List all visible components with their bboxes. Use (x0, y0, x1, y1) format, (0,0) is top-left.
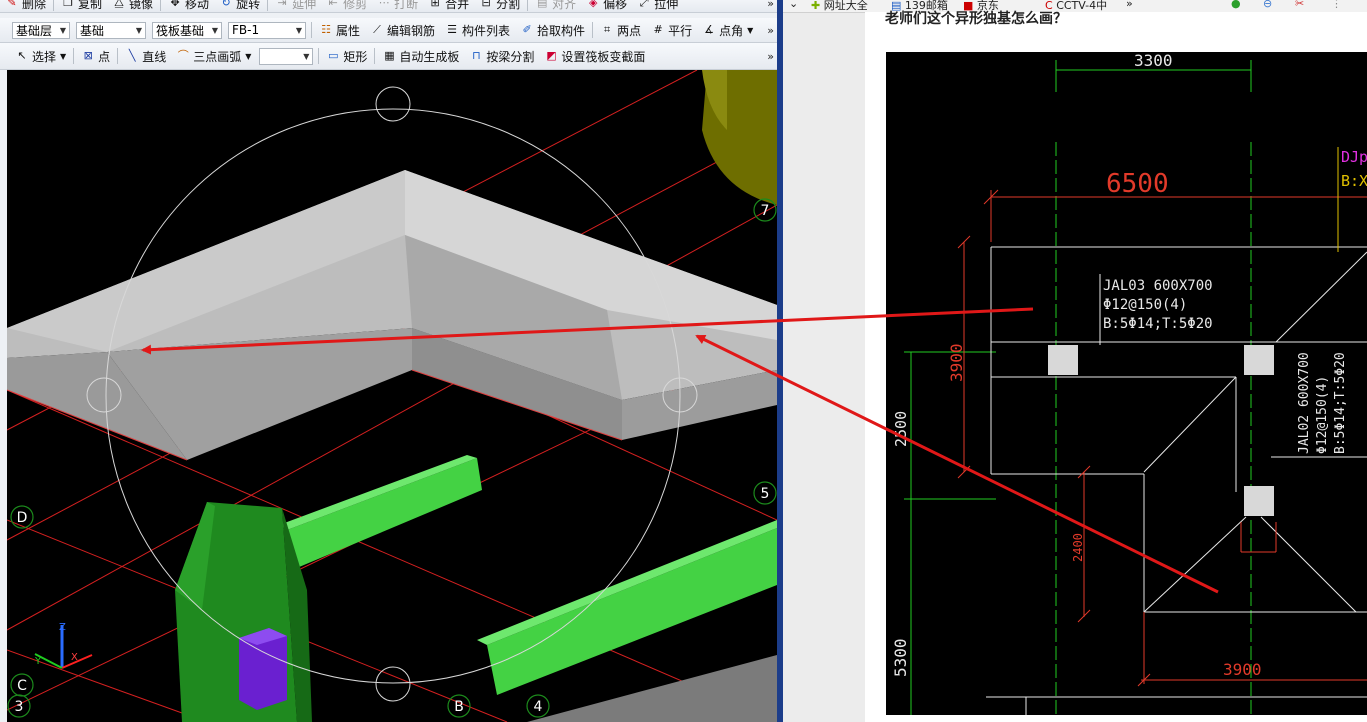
annotation-arrow (695, 334, 1219, 594)
annotation-overlay (141, 307, 1219, 594)
annotation-arrow (141, 307, 1034, 355)
